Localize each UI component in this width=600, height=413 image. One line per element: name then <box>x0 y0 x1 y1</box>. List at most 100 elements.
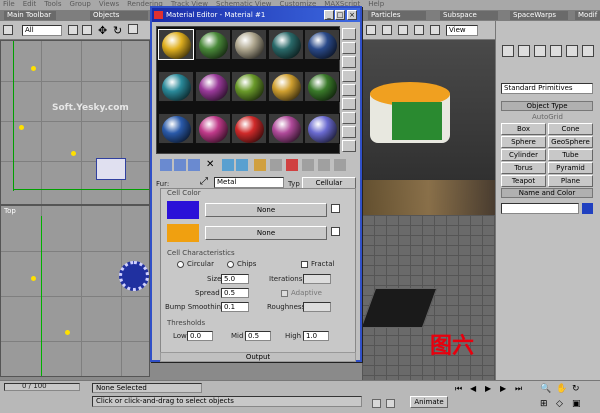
material-slot[interactable] <box>194 113 231 144</box>
material-slot[interactable] <box>194 29 231 60</box>
spread-spinner[interactable]: 0.5 <box>221 288 249 298</box>
minimize-button[interactable]: _ <box>324 10 334 20</box>
viewport-top[interactable]: Top <box>0 205 150 377</box>
tab-objects[interactable]: Objects <box>90 11 148 20</box>
primitive-button-plane[interactable]: Plane <box>548 175 593 187</box>
cell-color-swatch[interactable] <box>167 201 199 219</box>
material-slot[interactable] <box>304 29 340 60</box>
object-category-combo[interactable]: Standard Primitives <box>501 83 593 94</box>
primitive-button-teapot[interactable]: Teapot <box>501 175 546 187</box>
backlight-icon[interactable] <box>342 42 356 54</box>
go-forward-to-sibling-icon[interactable] <box>334 159 346 171</box>
selection-filter-combo[interactable]: All <box>22 25 62 36</box>
primitive-button-cylinder[interactable]: Cylinder <box>501 149 546 161</box>
menu-item-help[interactable]: Help <box>368 0 384 8</box>
material-editor-icon[interactable] <box>398 25 408 35</box>
tab-modifiers[interactable]: Modif <box>575 11 600 20</box>
make-copy-icon[interactable] <box>222 159 234 171</box>
previous-frame-icon[interactable]: ◀ <box>470 384 476 393</box>
chips-radio[interactable] <box>227 261 234 268</box>
material-slot[interactable] <box>194 71 231 102</box>
material-slot[interactable] <box>267 29 304 60</box>
material-slot[interactable] <box>231 29 267 60</box>
material-slot[interactable] <box>304 113 340 144</box>
play-icon[interactable]: ▶ <box>485 384 491 393</box>
fractal-checkbox[interactable] <box>301 261 308 268</box>
video-color-check-icon[interactable] <box>342 84 356 96</box>
high-spinner[interactable]: 1.0 <box>303 331 329 341</box>
absolute-mode-icon[interactable] <box>386 399 395 408</box>
go-to-start-icon[interactable]: ⏮ <box>455 384 462 394</box>
cell-color-map-checkbox[interactable] <box>331 204 340 213</box>
size-spinner[interactable]: 5.0 <box>221 274 249 284</box>
cell-color-map-button[interactable]: None <box>205 203 327 217</box>
adaptive-checkbox[interactable] <box>281 290 288 297</box>
maximize-viewport-icon[interactable]: ▣ <box>572 399 581 409</box>
object-name-field[interactable] <box>501 203 579 214</box>
output-rollout[interactable]: Output <box>160 352 356 362</box>
select-icon[interactable] <box>3 25 13 35</box>
primitive-button-torus[interactable]: Torus <box>501 162 546 174</box>
align-icon[interactable] <box>382 25 392 35</box>
close-button[interactable]: × <box>347 10 357 20</box>
material-slot[interactable] <box>158 29 194 60</box>
tab-particles[interactable]: Particles <box>368 11 426 20</box>
assign-to-selection-icon[interactable] <box>188 159 200 171</box>
show-end-result-icon[interactable] <box>302 159 314 171</box>
select-object-icon[interactable] <box>68 25 78 35</box>
roughness-spinner[interactable] <box>303 302 331 312</box>
zoom-icon[interactable]: 🔍 <box>540 384 551 394</box>
select-by-material-icon[interactable] <box>342 126 356 138</box>
material-slot[interactable] <box>304 71 340 102</box>
display-tab-icon[interactable] <box>566 45 578 57</box>
primitive-button-box[interactable]: Box <box>501 123 546 135</box>
scale-icon[interactable] <box>128 24 138 34</box>
primitive-button-cone[interactable]: Cone <box>548 123 593 135</box>
division-color-map-checkbox[interactable] <box>331 227 340 236</box>
utilities-tab-icon[interactable] <box>582 45 594 57</box>
put-to-scene-icon[interactable] <box>174 159 186 171</box>
name-color-rollout[interactable]: Name and Color <box>501 188 593 198</box>
show-map-in-viewport-icon[interactable] <box>286 159 298 171</box>
pick-material-icon[interactable]: ⤢ <box>200 176 208 187</box>
move-icon[interactable]: ✥ <box>98 24 107 37</box>
material-slot[interactable] <box>158 113 194 144</box>
tab-main-toolbar[interactable]: Main Toolbar <box>4 11 56 20</box>
pan-icon[interactable]: ✋ <box>556 384 567 394</box>
object-type-rollout[interactable]: Object Type <box>501 101 593 111</box>
iterations-spinner[interactable] <box>303 274 331 284</box>
mid-spinner[interactable]: 0.5 <box>245 331 271 341</box>
material-name-field[interactable]: Metal <box>214 177 284 188</box>
circular-radio[interactable] <box>177 261 184 268</box>
material-navigator-icon[interactable] <box>342 140 356 152</box>
division-color-swatch[interactable] <box>167 224 199 242</box>
primitive-button-sphere[interactable]: Sphere <box>501 136 546 148</box>
reset-map-icon[interactable]: ✕ <box>206 159 218 171</box>
material-slot[interactable] <box>267 113 304 144</box>
autogrid-label[interactable]: AutoGrid <box>532 113 563 121</box>
material-slot[interactable] <box>231 113 267 144</box>
next-frame-icon[interactable]: ▶ <box>500 384 506 393</box>
rotate-icon[interactable]: ↻ <box>113 24 122 37</box>
viewport-front[interactable] <box>0 40 150 205</box>
material-effects-channel-icon[interactable] <box>270 159 282 171</box>
primitive-button-pyramid[interactable]: Pyramid <box>548 162 593 174</box>
put-to-library-icon[interactable] <box>254 159 266 171</box>
menu-item-file[interactable]: File <box>3 0 15 8</box>
hierarchy-tab-icon[interactable] <box>534 45 546 57</box>
object-color-swatch[interactable] <box>582 203 593 214</box>
sample-type-icon[interactable] <box>342 28 356 40</box>
menu-item-group[interactable]: Group <box>70 0 91 8</box>
quick-render-icon[interactable] <box>430 25 440 35</box>
make-preview-icon[interactable] <box>342 98 356 110</box>
render-scene-icon[interactable] <box>414 25 424 35</box>
options-icon[interactable] <box>342 112 356 124</box>
make-unique-icon[interactable] <box>236 159 248 171</box>
menu-item-views[interactable]: Views <box>99 0 119 8</box>
background-icon[interactable] <box>342 56 356 68</box>
go-to-end-icon[interactable]: ⏭ <box>515 384 522 394</box>
viewport-perspective[interactable] <box>362 40 495 380</box>
uv-tiling-icon[interactable] <box>342 70 356 82</box>
go-to-parent-icon[interactable] <box>318 159 330 171</box>
create-tab-icon[interactable] <box>502 45 514 57</box>
